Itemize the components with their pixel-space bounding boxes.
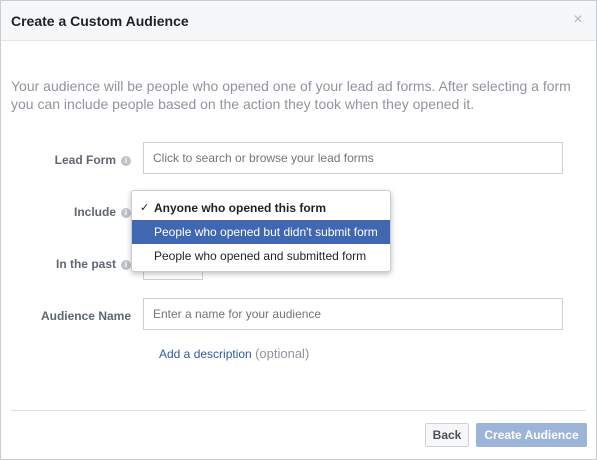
include-option-opened-not-submitted[interactable]: People who opened but didn't submit form — [132, 220, 390, 244]
include-option-anyone-opened[interactable]: ✓ Anyone who opened this form — [132, 196, 390, 220]
add-description-link[interactable]: Add a description — [159, 347, 252, 361]
include-label-row: Include i — [21, 205, 131, 219]
lead-form-search-input[interactable] — [143, 142, 563, 174]
include-dropdown-menu: ✓ Anyone who opened this form People who… — [131, 190, 391, 272]
in-the-past-label: In the past — [55, 257, 116, 271]
back-button[interactable]: Back — [425, 423, 469, 447]
include-option-opened-and-submitted[interactable]: People who opened and submitted form — [132, 244, 390, 268]
add-description-row: Add a description (optional) — [159, 346, 309, 361]
optional-text: (optional) — [255, 346, 310, 361]
audience-name-label: Audience Name — [40, 309, 131, 323]
checkmark-icon: ✓ — [140, 202, 150, 214]
in-the-past-label-row: In the past i — [21, 257, 131, 271]
footer-divider — [11, 410, 586, 411]
intro-text: Your audience will be people who opened … — [11, 78, 571, 112]
info-icon[interactable]: i — [121, 156, 131, 166]
include-option-label: Anyone who opened this form — [154, 201, 327, 215]
include-label: Include — [73, 205, 116, 219]
include-option-label: People who opened and submitted form — [154, 249, 367, 263]
include-option-label: People who opened but didn't submit form — [154, 225, 378, 239]
close-icon[interactable]: × — [570, 11, 586, 29]
info-icon[interactable]: i — [121, 260, 131, 270]
create-audience-button[interactable]: Create Audience — [476, 423, 587, 447]
create-custom-audience-dialog: Create a Custom Audience × Your audience… — [0, 0, 597, 460]
dialog-header: Create a Custom Audience × — [1, 1, 596, 41]
audience-name-input[interactable] — [143, 298, 563, 330]
info-icon[interactable]: i — [121, 208, 131, 218]
dialog-title: Create a Custom Audience — [11, 13, 189, 29]
lead-form-label-row: Lead Form i — [21, 153, 131, 167]
lead-form-label: Lead Form — [54, 153, 116, 167]
